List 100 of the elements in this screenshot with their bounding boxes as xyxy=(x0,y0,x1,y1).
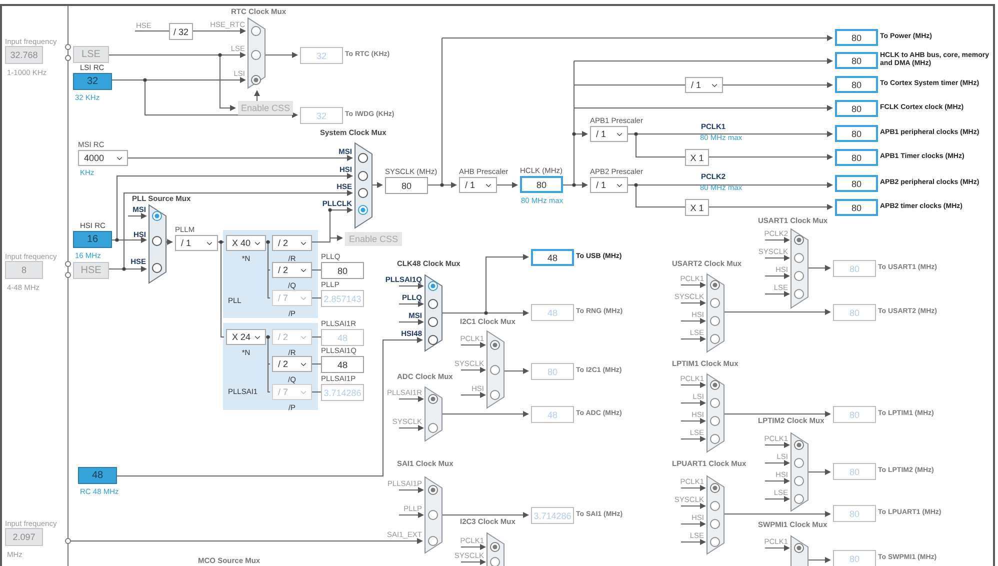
frequency-field[interactable]: 80 xyxy=(835,149,878,166)
prescaler-dropdown[interactable]: / 7 xyxy=(272,290,312,306)
frequency-field[interactable]: 80 xyxy=(520,176,563,193)
wire-arrow xyxy=(428,182,457,188)
frequency-field[interactable]: 80 xyxy=(835,100,878,117)
wire-arrow xyxy=(680,418,706,424)
wire-arrow xyxy=(562,182,588,188)
wire-arrow xyxy=(680,318,706,324)
prescaler-dropdown[interactable]: / 1 xyxy=(459,177,497,193)
junction-dot xyxy=(634,183,638,187)
junction-dot xyxy=(572,132,576,136)
frequency-field[interactable]: 80 xyxy=(835,29,878,46)
wire-arrow xyxy=(192,28,246,34)
frequency-field[interactable]: 48 xyxy=(321,356,364,373)
junction-dot xyxy=(266,240,270,244)
wire xyxy=(312,336,322,338)
input-frequency-field[interactable]: 8 xyxy=(5,261,43,279)
junction-dot xyxy=(484,311,488,315)
prescaler-dropdown[interactable]: / 2 xyxy=(272,262,312,278)
oscillator-block[interactable]: 16 xyxy=(73,231,112,248)
connector-dot xyxy=(65,538,71,544)
frequency-field[interactable]: 80 xyxy=(835,125,878,142)
wire-arrow xyxy=(502,368,529,374)
wire-arrow xyxy=(460,342,486,348)
wire-arrow xyxy=(680,282,706,288)
wire xyxy=(636,184,686,208)
junction-dot xyxy=(440,183,444,187)
wire-arrow xyxy=(496,182,518,188)
prescaler-dropdown[interactable]: / 2 xyxy=(272,356,312,372)
frequency-field[interactable]: 80 xyxy=(835,76,878,93)
frequency-field[interactable]: 48 xyxy=(531,249,574,266)
wire-arrow xyxy=(264,52,298,58)
frequency-field[interactable]: 80 xyxy=(835,199,878,216)
junction-dot xyxy=(572,183,576,187)
wire-arrow xyxy=(764,237,790,243)
wire-arrow xyxy=(680,485,706,491)
wire-arrow xyxy=(398,487,424,493)
input-frequency-field[interactable]: 2.097 xyxy=(5,528,43,546)
wire-arrow xyxy=(764,478,790,484)
wire-arrow xyxy=(680,382,706,388)
wire-arrow xyxy=(680,539,706,545)
wire-arrow xyxy=(460,392,486,398)
frequency-field[interactable]: 80 xyxy=(835,52,878,69)
oscillator-block[interactable]: 48 xyxy=(78,467,117,484)
wire-arrow xyxy=(680,503,706,509)
prescaler-dropdown[interactable]: / 2 xyxy=(272,329,312,345)
wire-arrow xyxy=(398,319,424,325)
oscillator-block[interactable]: 32 xyxy=(73,73,112,90)
wire-arrow xyxy=(398,301,424,307)
frequency-field[interactable]: 80 xyxy=(321,262,364,279)
junction-dot xyxy=(328,208,332,212)
wire-arrow xyxy=(808,265,831,271)
junction-dot xyxy=(634,132,638,136)
wire-arrow xyxy=(680,521,706,527)
wire-arrow xyxy=(680,436,706,442)
wire-arrow xyxy=(808,469,831,475)
connector-dot xyxy=(65,44,71,50)
frequency-field[interactable]: 80 xyxy=(835,175,878,192)
divider-value: X 1 xyxy=(685,149,709,166)
oscillator-block[interactable]: LSE xyxy=(73,46,109,63)
connector-dot xyxy=(65,55,71,61)
prescaler-dropdown[interactable]: / 1 xyxy=(175,235,218,251)
prescaler-dropdown[interactable]: X 40 xyxy=(226,235,266,251)
input-frequency-field[interactable]: 32.768 xyxy=(5,46,43,64)
oscillator-block[interactable]: HSE xyxy=(73,262,109,279)
connector-dot xyxy=(65,261,71,267)
prescaler-dropdown[interactable]: X 24 xyxy=(226,329,266,345)
wire xyxy=(134,30,170,32)
wire-arrow xyxy=(398,512,424,518)
wire-arrow xyxy=(460,544,486,550)
prescaler-dropdown[interactable]: / 2 xyxy=(272,235,312,251)
junction-dot xyxy=(115,238,119,242)
wire-arrow xyxy=(764,442,790,448)
junction-dot xyxy=(218,53,222,57)
wire-arrow xyxy=(460,367,486,373)
wire-arrow xyxy=(764,496,790,502)
prescaler-dropdown[interactable]: / 1 xyxy=(590,126,628,142)
wire xyxy=(636,134,686,158)
prescaler-dropdown[interactable]: 4000 xyxy=(78,150,128,166)
wire-arrow xyxy=(680,336,706,342)
junction-dot xyxy=(219,240,223,244)
junction-dot xyxy=(266,335,270,339)
prescaler-dropdown[interactable]: / 7 xyxy=(272,384,312,400)
wire-arrow xyxy=(808,557,831,563)
wire-arrow xyxy=(764,255,790,261)
wire-arrow xyxy=(764,291,790,297)
wire-arrow xyxy=(680,400,706,406)
divider-value: X 1 xyxy=(685,199,709,216)
wire-arrow xyxy=(764,273,790,279)
connector-dot xyxy=(65,272,71,278)
wire-arrow xyxy=(764,460,790,466)
junction-dot xyxy=(122,267,126,271)
wire-arrow xyxy=(574,131,588,137)
frequency-field[interactable]: 80 xyxy=(385,177,428,194)
junction-dot xyxy=(143,78,147,82)
wire-arrow xyxy=(680,300,706,306)
wire-arrow xyxy=(398,283,424,289)
prescaler-dropdown[interactable]: / 1 xyxy=(685,77,723,93)
divider-value: / 32 xyxy=(169,23,193,40)
prescaler-dropdown[interactable]: / 1 xyxy=(590,177,628,193)
